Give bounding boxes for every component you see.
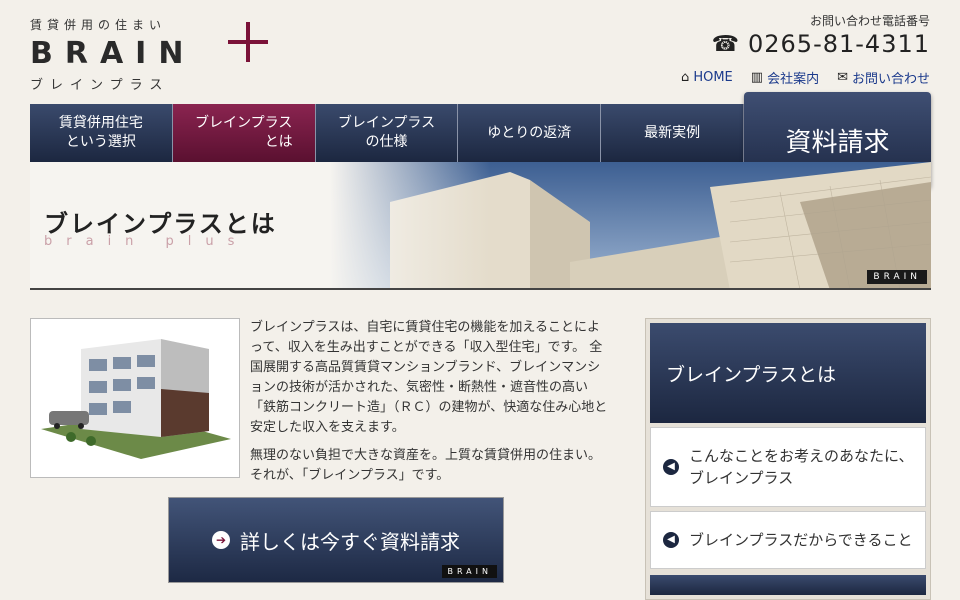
- nav-item-latest-cases[interactable]: 最新実例: [601, 104, 744, 162]
- nav-item-repayment[interactable]: ゆとりの返済: [458, 104, 602, 162]
- sidebar: ブレインプラスとは ◀ こんなことをお考えのあなたに、ブレインプラス ◀ ブレイ…: [645, 318, 931, 600]
- company-link[interactable]: ▥ 会社案内: [751, 68, 819, 87]
- logo-wordmark: BRAIN: [30, 36, 196, 71]
- contact-link-label: お問い合わせ: [851, 72, 930, 87]
- site-logo[interactable]: 賃貸併用の住まい BRAIN ブレインプラス: [30, 16, 270, 96]
- sidebar-item-possibilities[interactable]: ◀ ブレインプラスだからできること: [650, 511, 926, 569]
- request-details-button[interactable]: ➔ 詳しくは今すぐ資料請求 BRAIN: [168, 497, 504, 583]
- nav-item-about[interactable]: ブレインプラス とは: [172, 104, 316, 162]
- brain-badge: BRAIN: [867, 270, 927, 284]
- main-nav: 賃貸併用住宅 という選択 ブレインプラス とは ブレインプラス の仕様 ゆとりの…: [30, 104, 744, 162]
- home-link-label: HOME: [693, 70, 733, 85]
- mail-icon: ✉: [837, 70, 848, 85]
- arrow-left-icon: ◀: [663, 459, 679, 475]
- product-building-image: [30, 318, 240, 478]
- nav-item-rental-combined[interactable]: 賃貸併用住宅 という選択: [30, 104, 173, 162]
- logo-tagline: 賃貸併用の住まい: [30, 18, 167, 32]
- page-subtitle: brain plus: [44, 234, 249, 249]
- brain-badge: BRAIN: [442, 565, 497, 578]
- contact-label: お問い合わせ電話番号: [809, 14, 930, 28]
- description-text: ブレインプラスは、自宅に賃貸住宅の機能を加えることによって、収入を生み出すことが…: [250, 318, 612, 494]
- nav-label-line2: という選択: [65, 134, 136, 150]
- building-illustration: [41, 339, 231, 459]
- building-icon: ▥: [750, 70, 764, 85]
- nav-label-line2: の仕様: [365, 134, 408, 150]
- top-links: ⌂ HOME ▥ 会社案内 ✉ お問い合わせ: [681, 68, 930, 87]
- nav-label-line1: ゆとりの返済: [487, 124, 572, 141]
- sidebar-title: ブレインプラスとは: [650, 323, 926, 423]
- home-icon: ⌂: [681, 70, 690, 85]
- sidebar-next-header: [650, 575, 926, 595]
- sidebar-item-label: ブレインプラスだからできること: [689, 531, 913, 549]
- nav-label-line2: とは: [264, 134, 293, 150]
- logo-kana: ブレインプラス: [30, 78, 170, 93]
- description-paragraph-1: ブレインプラスは、自宅に賃貸住宅の機能を加えることによって、収入を生み出すことが…: [250, 320, 608, 435]
- nav-label-line1: ブレインプラス: [337, 115, 436, 131]
- cta-label: 詳しくは今すぐ資料請求: [240, 529, 460, 554]
- arrow-left-icon: ◀: [663, 532, 679, 548]
- plus-mark-icon: [228, 22, 268, 62]
- hero-fade: [330, 162, 490, 288]
- telephone-icon: ☎: [711, 31, 740, 57]
- nav-item-specs[interactable]: ブレインプラス の仕様: [315, 104, 459, 162]
- sidebar-item-label: こんなことをお考えのあなたに、ブレインプラス: [689, 447, 914, 487]
- hero-banner: ブレインプラスとは brain plus BRAIN: [30, 162, 931, 290]
- phone-number-text: 0265-81-4311: [747, 30, 930, 58]
- sidebar-item-for-you[interactable]: ◀ こんなことをお考えのあなたに、ブレインプラス: [650, 427, 926, 507]
- nav-label-line1: ブレインプラス: [195, 115, 293, 131]
- description-paragraph-2: 無理のない負担で大きな資産を。上質な賃貸併用の住まい。それが、「ブレインプラス」…: [250, 448, 602, 483]
- nav-label-line1: 賃貸併用住宅: [58, 115, 143, 131]
- company-link-label: 会社案内: [767, 72, 820, 87]
- phone-number[interactable]: ☎ 0265-81-4311: [712, 30, 930, 58]
- contact-link[interactable]: ✉ お問い合わせ: [837, 68, 930, 87]
- nav-label-line1: 最新実例: [644, 124, 701, 141]
- arrow-right-icon: ➔: [212, 531, 230, 549]
- home-link[interactable]: ⌂ HOME: [681, 68, 733, 87]
